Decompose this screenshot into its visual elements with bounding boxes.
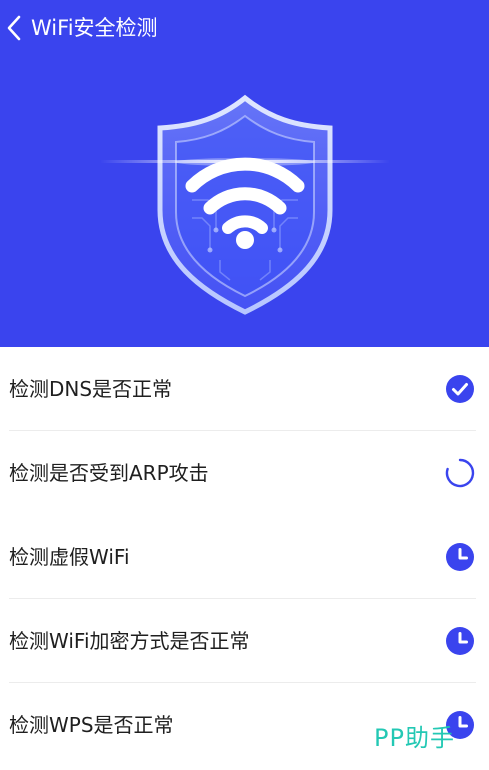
check-item-dns: 检测DNS是否正常 [0, 347, 489, 431]
check-item-label: 检测是否受到ARP攻击 [9, 461, 209, 485]
spinner-icon [445, 458, 475, 488]
hero-banner: WiFi安全检测 [0, 0, 489, 347]
check-circle-icon [446, 375, 474, 403]
top-bar: WiFi安全检测 [0, 0, 489, 56]
check-item-label: 检测DNS是否正常 [9, 377, 173, 401]
check-item-label: 检测WPS是否正常 [9, 713, 174, 737]
clock-icon [446, 627, 474, 655]
back-button[interactable] [2, 12, 26, 44]
check-item-arp: 检测是否受到ARP攻击 [0, 431, 489, 515]
security-check-list: 检测DNS是否正常 检测是否受到ARP攻击 检测虚假WiFi 检测WiFi加密方… [0, 347, 489, 767]
check-item-label: 检测虚假WiFi [9, 545, 130, 569]
watermark-logo: PP助手 [374, 724, 455, 752]
check-item-fake-wifi: 检测虚假WiFi [0, 515, 489, 599]
wifi-shield-icon [100, 94, 390, 315]
chevron-left-icon [7, 15, 21, 41]
check-item-encryption: 检测WiFi加密方式是否正常 [0, 599, 489, 683]
check-item-label: 检测WiFi加密方式是否正常 [9, 629, 250, 653]
wifi-shield-illustration [100, 90, 390, 320]
page-title: WiFi安全检测 [31, 16, 158, 40]
clock-icon [446, 543, 474, 571]
